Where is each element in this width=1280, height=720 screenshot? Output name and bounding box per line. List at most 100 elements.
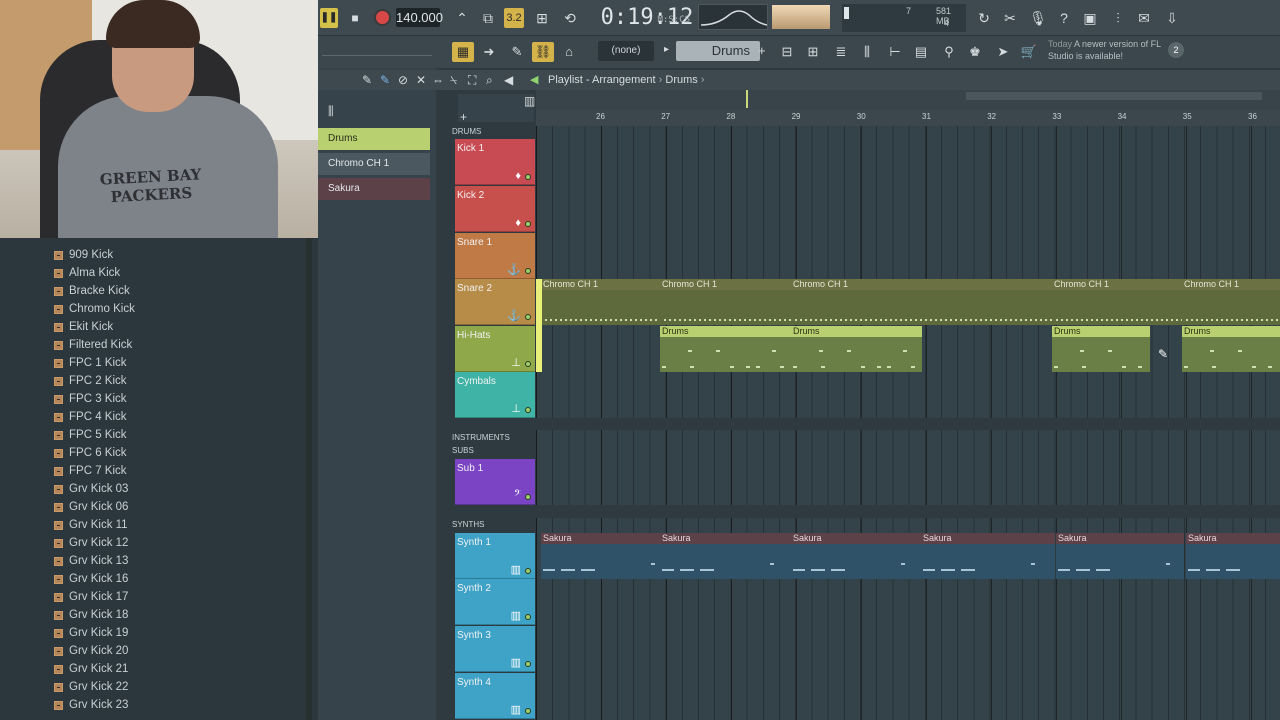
track-enable-led[interactable] <box>525 314 531 320</box>
browser-item[interactable]: Grv Kick 17 <box>54 588 128 606</box>
browser-item[interactable]: Grv Kick 12 <box>54 534 128 552</box>
browser-item[interactable]: Alma Kick <box>54 264 120 282</box>
track-enable-led[interactable] <box>525 221 531 227</box>
chromo-clip[interactable]: Chromo CH 1 <box>1182 279 1280 325</box>
step-edit-icon[interactable]: ⊞ <box>532 8 552 28</box>
track-enable-led[interactable] <box>525 568 531 574</box>
link-icon[interactable]: ⛓ <box>532 42 554 62</box>
browser-item[interactable]: FPC 4 Kick <box>54 408 127 426</box>
browser-panel[interactable] <box>0 238 318 720</box>
touch-keyboard-icon[interactable]: ♚ <box>964 42 986 62</box>
stop-button[interactable]: ■ <box>347 8 363 28</box>
select-tool-icon[interactable]: ⛶ <box>468 73 476 88</box>
track-header[interactable]: Kick 2 ♦ <box>455 186 535 232</box>
browser-scrollbar[interactable] <box>306 238 312 720</box>
chromo-clip[interactable]: Chromo CH 1 <box>541 279 661 325</box>
wait-icon[interactable]: ⧉ <box>478 8 498 28</box>
track-header[interactable]: Sub 1 𝄢 <box>455 459 535 505</box>
track-enable-led[interactable] <box>525 174 531 180</box>
browser-item[interactable]: FPC 1 Kick <box>54 354 127 372</box>
piano-roll-icon[interactable]: ⊞ <box>802 42 824 62</box>
bell-icon[interactable]: ⌂ <box>558 42 580 62</box>
tempo-tapper-icon[interactable]: ▤ <box>910 42 932 62</box>
track-enable-led[interactable] <box>525 407 531 413</box>
browser-item[interactable]: Filtered Kick <box>54 336 132 354</box>
render-icon[interactable]: ➤ <box>992 42 1014 62</box>
browser-item[interactable]: Grv Kick 13 <box>54 552 128 570</box>
paint-tool-icon[interactable]: ✎ <box>380 73 390 87</box>
metronome-icon[interactable]: ⌃ <box>452 8 472 28</box>
browser-item[interactable]: FPC 5 Kick <box>54 426 127 444</box>
current-pattern-selector[interactable]: Drums <box>676 41 760 61</box>
track-header[interactable]: Synth 3 ▥ <box>455 626 535 672</box>
add-track-icon[interactable]: + <box>460 110 467 124</box>
track-enable-led[interactable] <box>525 361 531 367</box>
arrow-right-icon[interactable]: ➜ <box>478 42 500 62</box>
timeline-ruler[interactable] <box>536 110 1280 126</box>
track-header[interactable]: Cymbals ⊥ <box>455 372 535 418</box>
track-header[interactable]: Kick 1 ♦ <box>455 139 535 185</box>
browser-item[interactable]: Grv Kick 21 <box>54 660 128 678</box>
piano-icon[interactable]: ▥ <box>524 94 535 108</box>
track-header[interactable]: Snare 2 ⚓ <box>455 279 535 325</box>
browser-item[interactable]: FPC 6 Kick <box>54 444 127 462</box>
delete-tool-icon[interactable]: ⊘ <box>398 73 408 87</box>
browser-view-icon[interactable]: ⊢ <box>884 42 906 62</box>
drums-clip[interactable]: Drums <box>1052 326 1150 372</box>
microphone-icon[interactable]: 🎙 <box>1028 8 1048 28</box>
drums-clip[interactable]: Drums <box>1182 326 1280 372</box>
mixer-view-icon[interactable]: ⫼ <box>856 42 878 62</box>
playlist-view-icon[interactable]: ⊟ <box>776 42 798 62</box>
drums-clip[interactable]: Drums <box>660 326 791 372</box>
sakura-clip[interactable]: Sakura <box>791 533 922 579</box>
loop-start-marker[interactable] <box>536 279 542 372</box>
record-button[interactable] <box>374 9 391 26</box>
master-pitch-slider[interactable] <box>322 44 432 56</box>
draw-tool-icon[interactable]: ✎ <box>362 73 372 87</box>
browser-item[interactable]: Grv Kick 22 <box>54 678 128 696</box>
chromo-clip[interactable]: Chromo CH 1 <box>660 279 791 325</box>
picker-item[interactable]: Sakura <box>318 178 430 200</box>
help-icon[interactable]: ? <box>1054 8 1074 28</box>
browser-item[interactable]: Grv Kick 18 <box>54 606 128 624</box>
track-header[interactable]: Synth 1 ▥ <box>455 533 535 579</box>
sakura-clip[interactable]: Sakura <box>660 533 791 579</box>
track-enable-led[interactable] <box>525 661 531 667</box>
undo-icon[interactable]: ↻ <box>974 8 994 28</box>
playlist-play-icon[interactable]: ◀ <box>530 73 538 86</box>
group-instruments[interactable]: INSTRUMENTS <box>451 432 535 444</box>
browser-item[interactable]: FPC 2 Kick <box>54 372 127 390</box>
playlist-overview[interactable] <box>536 90 1280 110</box>
drums-clip[interactable]: Drums <box>791 326 922 372</box>
save-icon[interactable]: ▣ <box>1080 8 1100 28</box>
track-header[interactable]: Snare 1 ⚓ <box>455 233 535 279</box>
playhead-marker[interactable] <box>746 90 748 108</box>
browser-item[interactable]: Grv Kick 23 <box>54 696 128 714</box>
track-enable-led[interactable] <box>525 708 531 714</box>
track-header[interactable]: Synth 4 ▥ <box>455 673 535 719</box>
pencil-icon[interactable]: ✎ <box>506 42 528 62</box>
slip-tool-icon[interactable]: ⇔ <box>432 73 444 87</box>
pattern-next-icon[interactable]: ▸ <box>664 44 669 55</box>
browser-item[interactable]: Grv Kick 06 <box>54 498 128 516</box>
group-synths[interactable]: SYNTHS <box>451 519 535 531</box>
group-subs[interactable]: SUBS <box>451 445 535 457</box>
play-button[interactable]: ❚❚ <box>320 8 338 28</box>
loop-record-icon[interactable]: ⟲ <box>560 8 580 28</box>
track-header[interactable]: Synth 2 ▥ <box>455 579 535 625</box>
browser-item[interactable]: Ekit Kick <box>54 318 113 336</box>
picker-item[interactable]: Drums <box>318 128 430 150</box>
sakura-clip[interactable]: Sakura <box>1056 533 1184 579</box>
sakura-clip[interactable]: Sakura <box>921 533 1055 579</box>
track-enable-led[interactable] <box>525 268 531 274</box>
browser-item[interactable]: FPC 3 Kick <box>54 390 127 408</box>
browser-item[interactable]: Grv Kick 16 <box>54 570 128 588</box>
pattern-mode-icon[interactable]: 3.2 <box>504 8 524 28</box>
track-enable-led[interactable] <box>525 614 531 620</box>
group-drums[interactable]: DRUMS <box>451 126 535 138</box>
picker-mode-icon[interactable]: ⫼ <box>328 104 342 118</box>
plugin-picker-icon[interactable]: ⚲ <box>938 42 960 62</box>
chromo-clip[interactable]: Chromo CH 1 <box>791 279 1053 325</box>
track-enable-led[interactable] <box>525 494 531 500</box>
sakura-clip[interactable]: Sakura <box>541 533 661 579</box>
